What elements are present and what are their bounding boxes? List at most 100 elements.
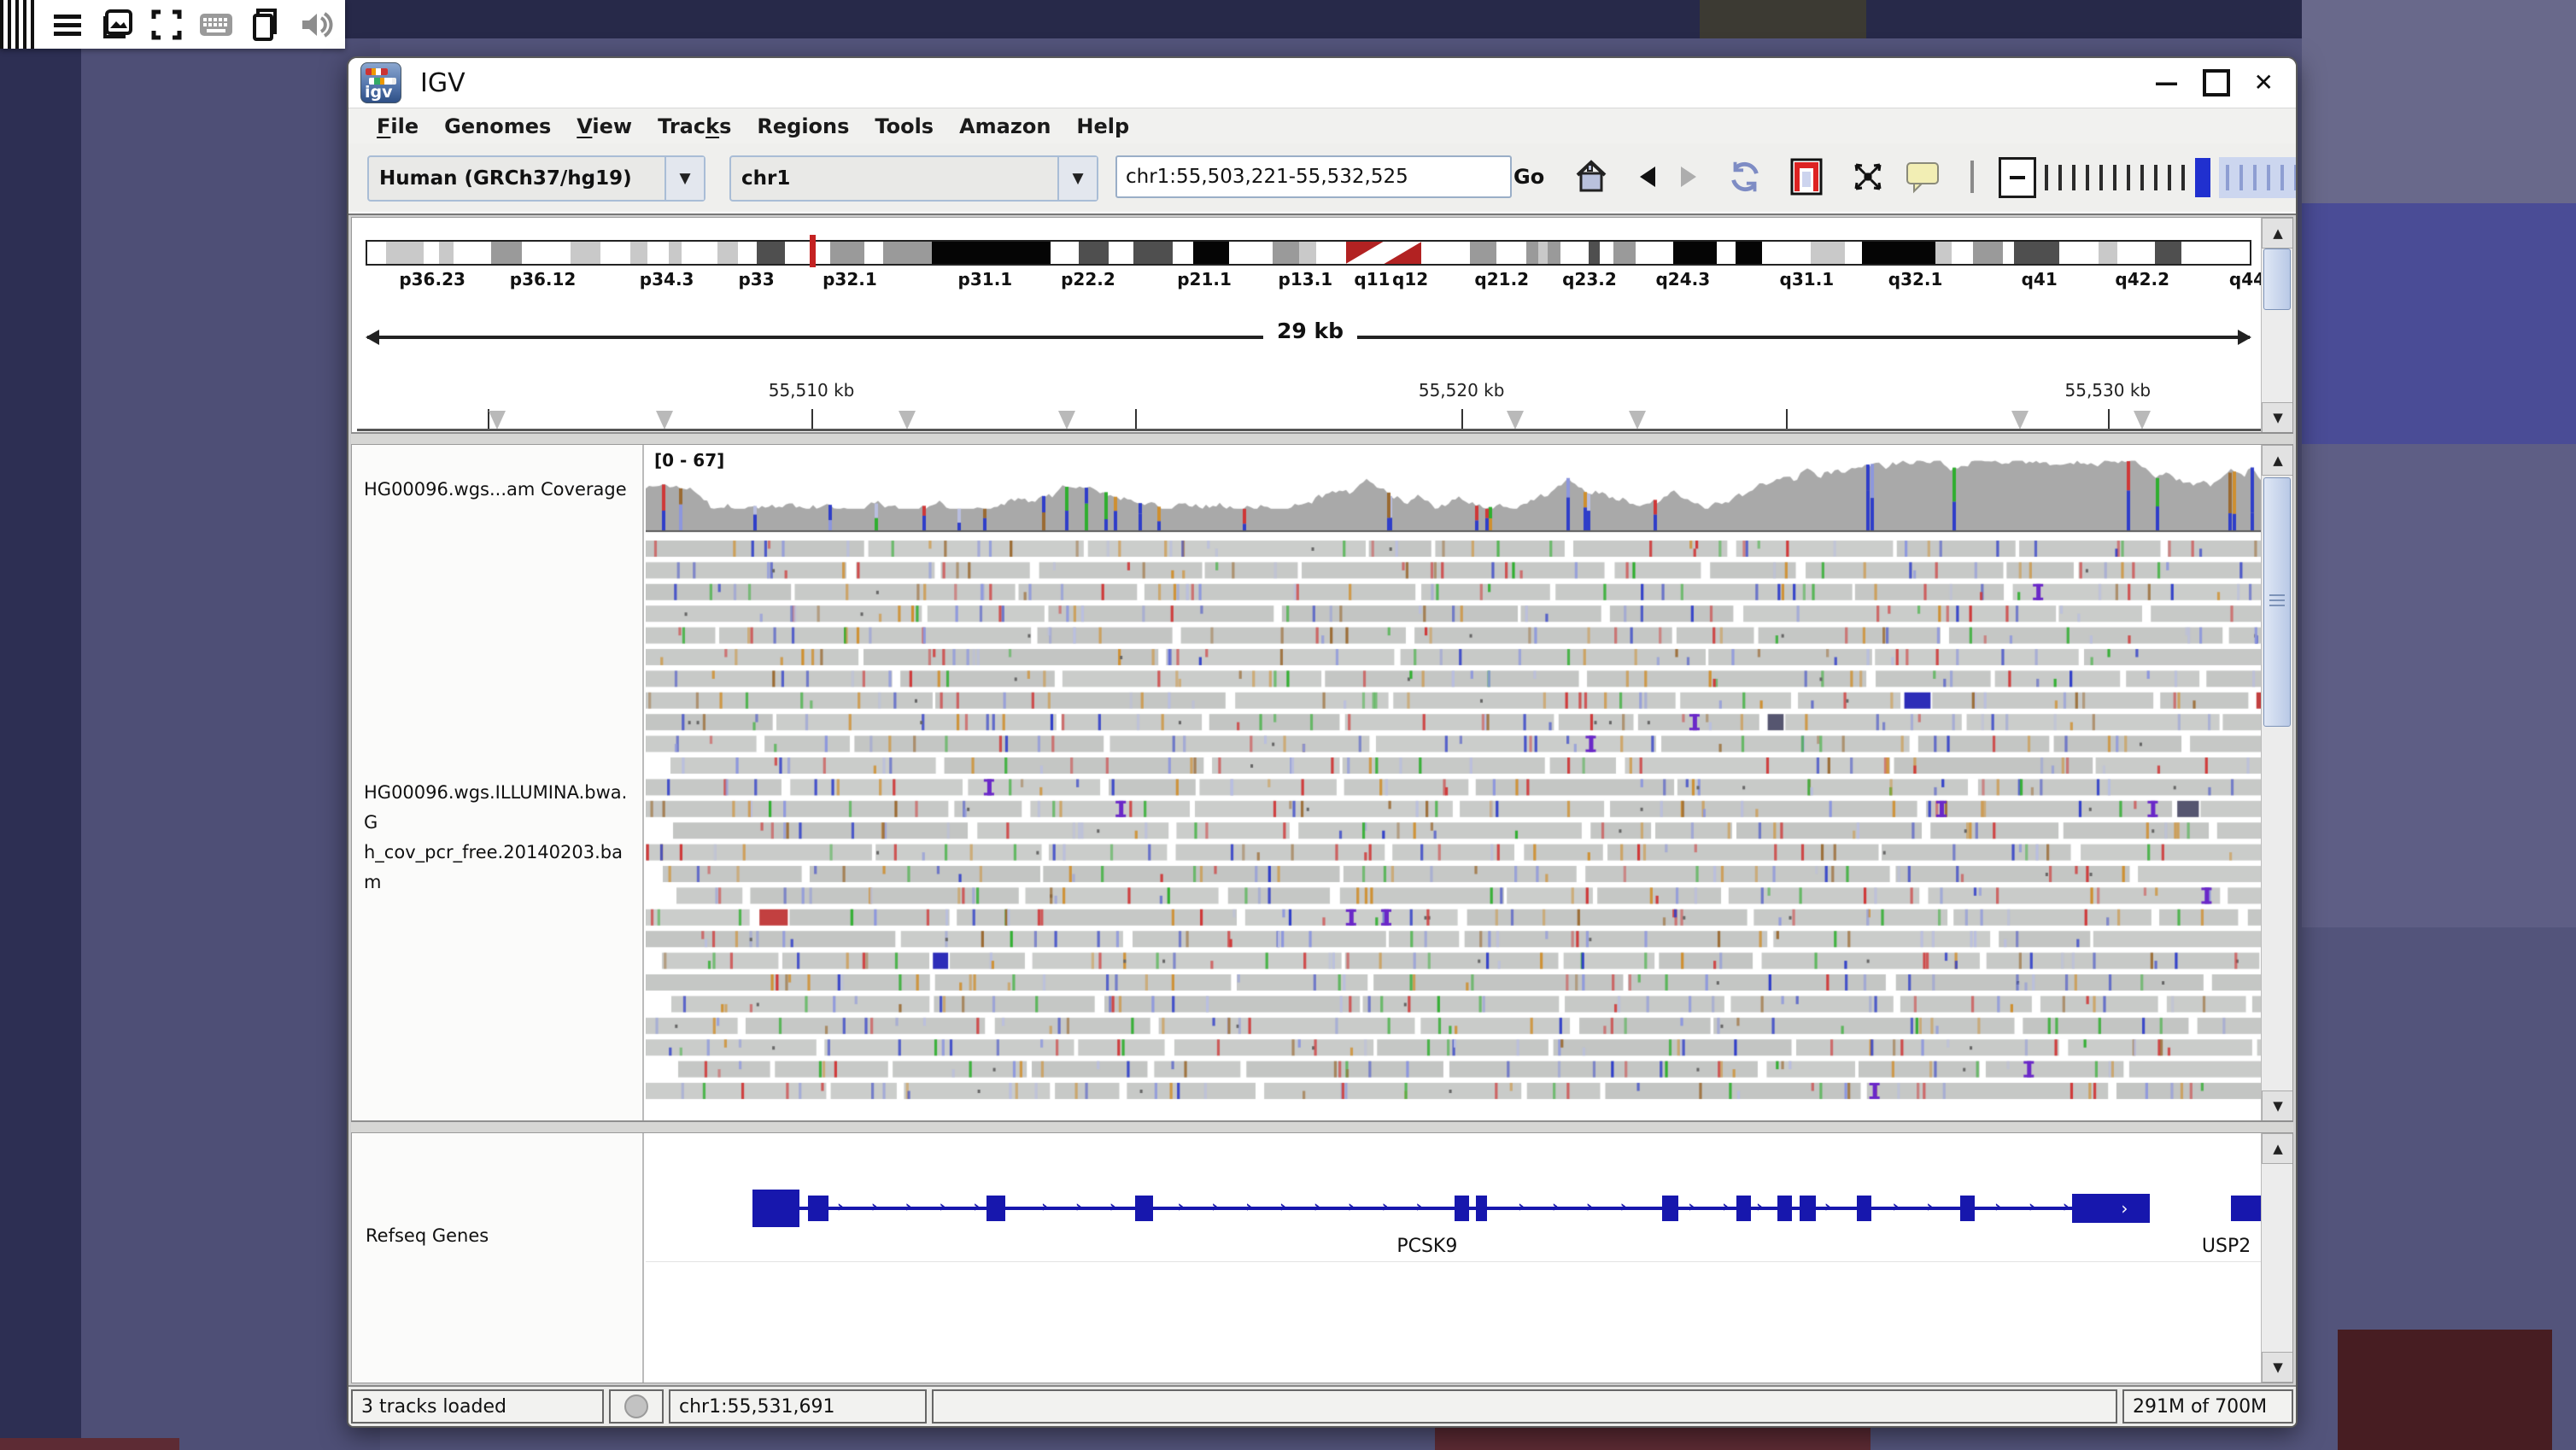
strand-arrow-icon: › [2063, 1197, 2070, 1216]
popup-text-icon[interactable] [1903, 157, 1942, 196]
cytoband-label: q11 [1354, 269, 1390, 289]
scroll-up-icon[interactable]: ▲ [2262, 1133, 2293, 1164]
cytoband [1600, 242, 1613, 264]
gene-label[interactable]: USP2 [2202, 1236, 2251, 1257]
title-bar[interactable]: igv IGV — ✕ [348, 58, 2296, 108]
menu-icon[interactable] [48, 5, 87, 44]
gene-exon[interactable] [1736, 1196, 1751, 1221]
feature-panel: Refseq Genes ›››››››››››››››››››››››››››… [351, 1132, 2293, 1383]
cytoband-label: q41 [2022, 269, 2058, 289]
gene-exon[interactable] [1777, 1196, 1792, 1221]
ideogram-area[interactable]: p36.23p36.12p34.3p33p32.1p31.1p22.2p21.1… [357, 218, 2263, 433]
roi-marker-icon[interactable] [1058, 411, 1075, 430]
roi-marker-icon[interactable] [899, 411, 916, 430]
cytoband [1717, 242, 1736, 264]
copy-icon[interactable] [246, 5, 285, 44]
zoom-out-icon[interactable] [1999, 157, 2036, 198]
gene-exon[interactable] [752, 1190, 799, 1227]
wallpaper-patch [1700, 0, 1866, 38]
maximize-button[interactable] [2203, 69, 2230, 96]
alignment-scrollbar[interactable]: ▲ ▼ [2261, 445, 2292, 1121]
gene-label[interactable]: PCSK9 [1396, 1236, 1457, 1257]
cytoband [1736, 242, 1762, 264]
zoom-slider[interactable] [1999, 157, 2298, 198]
volume-icon[interactable] [296, 5, 335, 44]
fullscreen-icon[interactable] [147, 5, 186, 44]
menu-item-tools[interactable]: Tools [862, 114, 946, 138]
roi-marker-icon[interactable] [2134, 411, 2151, 430]
zoom-slider-thumb[interactable] [2195, 158, 2210, 197]
gene-exon[interactable] [1857, 1196, 1871, 1221]
back-icon[interactable] [1628, 157, 1667, 196]
scroll-up-icon[interactable]: ▲ [2262, 218, 2293, 248]
memory-status[interactable]: 291M of 700M [2122, 1389, 2293, 1424]
gene-exon[interactable] [1455, 1196, 1469, 1221]
region-tool-icon[interactable] [1787, 157, 1826, 196]
scroll-down-icon[interactable]: ▼ [2262, 1352, 2293, 1383]
cytoband [1316, 242, 1346, 264]
menu-item-help[interactable]: Help [1063, 114, 1142, 138]
locus-input[interactable] [1115, 155, 1512, 198]
cytoband [1589, 242, 1600, 264]
cytoband [1173, 242, 1193, 264]
cytoband [630, 242, 647, 264]
gene-track-name[interactable]: Refseq Genes [366, 1225, 489, 1246]
cytoband-label: q31.1 [1780, 269, 1835, 289]
scroll-down-icon[interactable]: ▼ [2262, 402, 2293, 433]
minimize-button[interactable]: — [2155, 71, 2179, 95]
zoom-tick-track[interactable] [2045, 157, 2195, 198]
bam-track-name[interactable]: HG00096.wgs.ILLUMINA.bwa.G h_cov_pcr_fre… [364, 778, 637, 897]
cytoband [439, 242, 454, 264]
alignment-data-area[interactable]: [0 - 67] [646, 445, 2267, 1121]
gene-exon[interactable] [1662, 1196, 1678, 1221]
gene-intron-line[interactable] [752, 1207, 2150, 1210]
strand-arrow-icon: › [1245, 1197, 1252, 1216]
scrollbar-thumb[interactable] [2263, 477, 2291, 727]
gene-data-area[interactable]: ››››››››››››››››››››››››››››››PCSK9USP2 [646, 1133, 2267, 1383]
locus-panel-scrollbar[interactable]: ▲ ▼ [2261, 218, 2292, 433]
roi-marker-icon[interactable] [489, 411, 506, 430]
chevron-down-icon[interactable]: ▼ [1057, 157, 1097, 200]
roi-marker-icon[interactable] [2011, 411, 2029, 430]
menu-item-tracks[interactable]: Tracks [645, 114, 744, 138]
alignment-reads-canvas[interactable] [646, 445, 2267, 1120]
strand-arrow-icon: › [1893, 1197, 1900, 1216]
ruler-tick-label: 55,510 kb [769, 380, 855, 401]
roi-marker-icon[interactable] [1507, 411, 1524, 430]
menu-item-amazon[interactable]: Amazon [946, 114, 1063, 138]
home-icon[interactable] [1572, 157, 1611, 196]
gene-exon[interactable] [1960, 1196, 1975, 1221]
roi-marker-icon[interactable] [1629, 411, 1646, 430]
menu-item-view[interactable]: View [564, 114, 645, 138]
menu-item-genomes[interactable]: Genomes [431, 114, 564, 138]
chromosome-ideogram[interactable] [366, 240, 2251, 266]
gene-exon[interactable]: › [2072, 1194, 2150, 1223]
coverage-track-name[interactable]: HG00096.wgs...am Coverage [364, 479, 627, 500]
cytoband [1935, 242, 1952, 264]
genome-select[interactable]: Human (GRCh37/hg19) ▼ [367, 155, 705, 202]
go-button[interactable]: Go [1508, 157, 1549, 196]
forward-icon[interactable] [1669, 157, 1708, 196]
panel-grip-stripes[interactable] [0, 0, 38, 49]
gene-exon[interactable] [1135, 1196, 1153, 1221]
fit-window-icon[interactable] [1848, 157, 1888, 196]
gene-exon[interactable] [1800, 1196, 1816, 1221]
scroll-down-icon[interactable]: ▼ [2262, 1090, 2293, 1121]
menu-item-file[interactable]: File [364, 114, 431, 138]
zoom-tick-track-right[interactable] [2219, 157, 2298, 198]
gene-exon[interactable] [808, 1196, 829, 1221]
close-button[interactable]: ✕ [2254, 71, 2274, 95]
cytoband [1079, 242, 1109, 264]
gene-exon[interactable] [986, 1196, 1006, 1221]
screenshot-icon[interactable] [97, 5, 137, 44]
scrollbar-thumb[interactable] [2263, 248, 2291, 310]
chromosome-select[interactable]: chr1 ▼ [729, 155, 1098, 202]
gene-exon[interactable] [1476, 1196, 1487, 1221]
chevron-down-icon[interactable]: ▼ [664, 157, 704, 200]
refresh-icon[interactable] [1725, 157, 1765, 196]
feature-scrollbar[interactable]: ▲ ▼ [2261, 1133, 2292, 1383]
roi-marker-icon[interactable] [656, 411, 673, 430]
keyboard-icon[interactable] [196, 5, 236, 44]
menu-item-regions[interactable]: Regions [744, 114, 862, 138]
scroll-up-icon[interactable]: ▲ [2262, 445, 2293, 476]
